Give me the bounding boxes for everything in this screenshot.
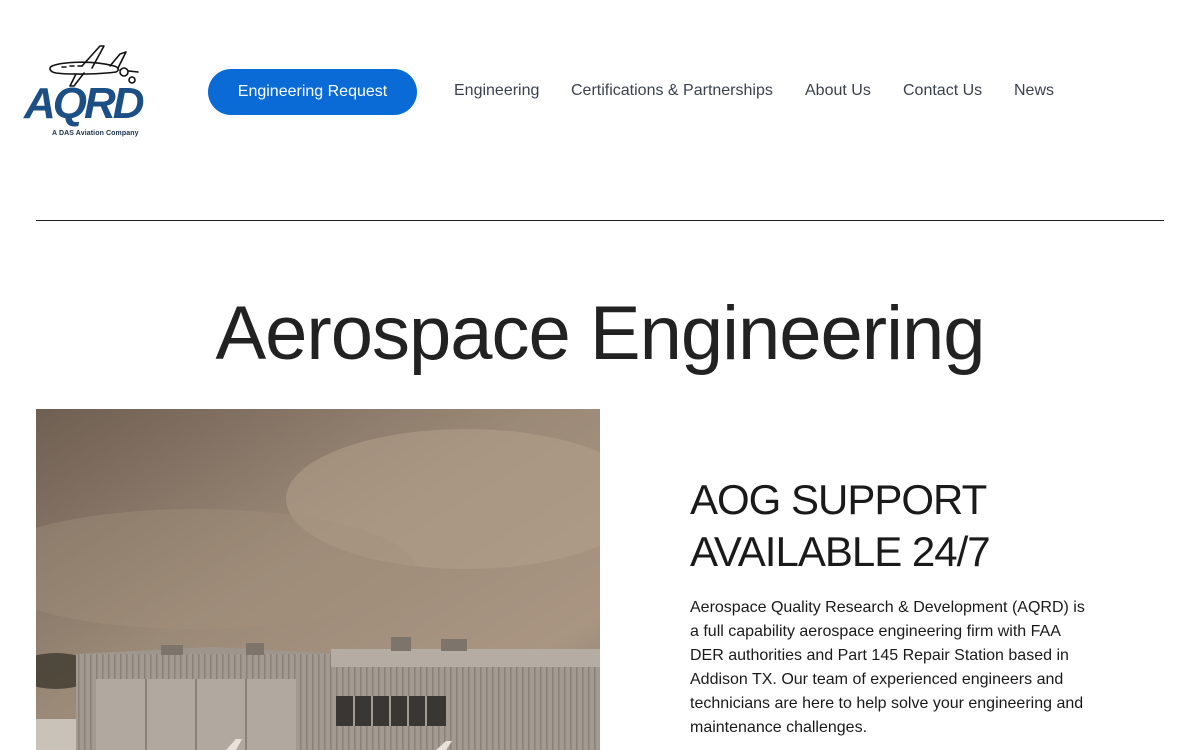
nav-item-news[interactable]: News — [1014, 82, 1054, 100]
aog-support-heading: AOG SUPPORT AVAILABLE 24/7 — [690, 474, 1110, 578]
hangar-photo — [36, 409, 600, 750]
aqrd-logo[interactable]: AQRD A DAS Aviation Company — [22, 42, 172, 144]
engineering-request-button[interactable]: Engineering Request — [208, 69, 417, 115]
aog-heading-line2: AVAILABLE 24/7 — [690, 528, 991, 575]
logo-tagline: A DAS Aviation Company — [52, 130, 139, 137]
nav-item-engineering[interactable]: Engineering — [454, 82, 539, 100]
logo-wordmark: AQRD — [24, 79, 145, 128]
nav-item-certifications[interactable]: Certifications & Partnerships — [571, 82, 773, 100]
nav-item-about-us[interactable]: About Us — [805, 82, 871, 100]
page-title: Aerospace Engineering — [215, 291, 985, 376]
company-description: Aerospace Quality Research & Development… — [690, 599, 1085, 736]
site-header: AQRD A DAS Aviation Company Engineering … — [0, 0, 1200, 221]
header-divider — [36, 220, 1164, 221]
aog-heading-line1: AOG SUPPORT — [690, 476, 987, 523]
nav-item-contact-us[interactable]: Contact Us — [903, 82, 982, 100]
